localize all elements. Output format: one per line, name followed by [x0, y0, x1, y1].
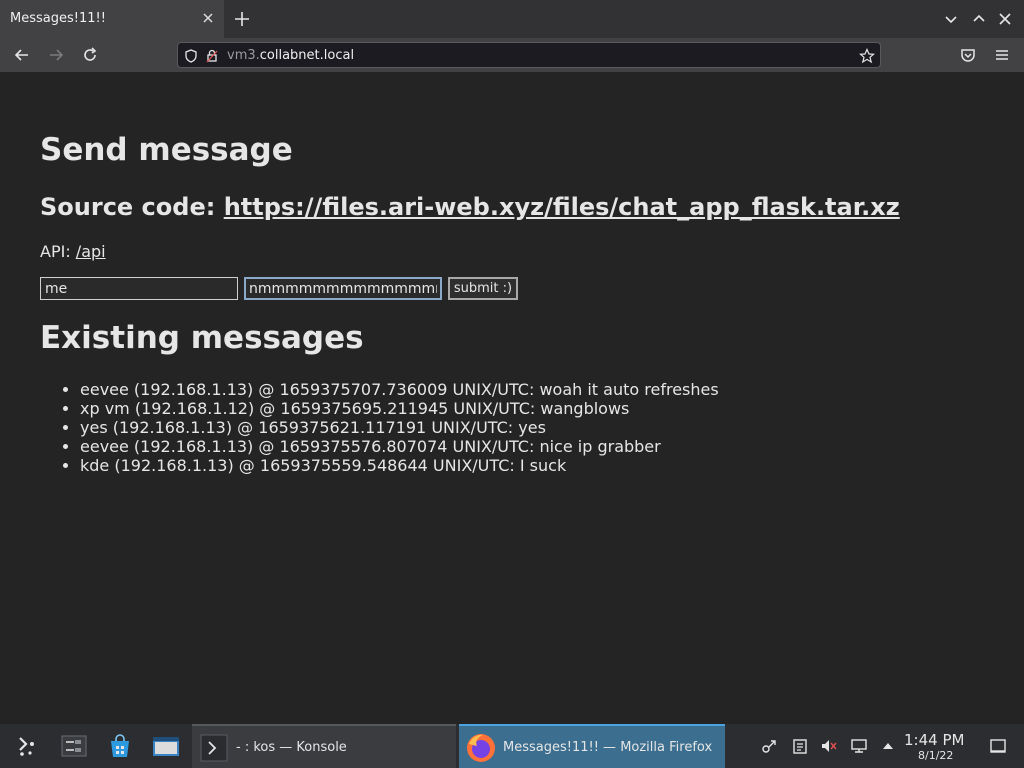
task-firefox-label: Messages!11!! — Mozilla Firefox — [503, 740, 713, 755]
source-label: Source code: — [40, 193, 224, 221]
chevron-down-icon[interactable] — [942, 10, 960, 28]
name-input[interactable] — [40, 277, 238, 300]
store-bag-icon[interactable] — [106, 732, 134, 760]
pocket-icon[interactable] — [958, 45, 978, 65]
forward-icon[interactable] — [46, 45, 66, 65]
source-code-link[interactable]: https://files.ari-web.xyz/files/chat_app… — [224, 193, 900, 221]
api-link[interactable]: /api — [76, 242, 106, 261]
folder-icon[interactable] — [152, 732, 180, 760]
volume-muted-icon[interactable] — [820, 737, 838, 755]
tab-strip: Messages!11!! — [0, 0, 1024, 38]
clock-date[interactable]: 8/1/22 — [918, 749, 953, 762]
list-item: xp vm (192.168.1.12) @ 1659375695.211945… — [80, 399, 719, 418]
kde-connect-icon[interactable] — [760, 737, 778, 755]
api-label: API: — [40, 242, 76, 261]
message-list: eevee (192.168.1.13) @ 1659375707.736009… — [40, 380, 719, 475]
url-text[interactable]: vm3.collabnet.local — [227, 48, 354, 63]
clock-time[interactable]: 1:44 PM — [904, 731, 964, 749]
network-icon[interactable] — [850, 737, 868, 755]
new-tab-icon[interactable] — [232, 9, 252, 29]
show-desktop-icon[interactable] — [989, 737, 1007, 755]
back-icon[interactable] — [12, 45, 32, 65]
firefox-icon — [467, 734, 495, 762]
tab-title: Messages!11!! — [10, 11, 106, 26]
existing-messages-heading: Existing messages — [40, 320, 364, 356]
lock-insecure-icon[interactable] — [204, 48, 220, 64]
submit-button[interactable]: submit :) — [448, 277, 518, 300]
list-item: yes (192.168.1.13) @ 1659375621.117191 U… — [80, 418, 719, 437]
bookmark-star-icon[interactable] — [859, 48, 875, 64]
taskbar: - : kos — Konsole Messages!11!! — Mozill… — [0, 724, 1024, 768]
task-firefox[interactable]: Messages!11!! — Mozilla Firefox — [459, 724, 725, 768]
kde-launcher-icon[interactable] — [12, 732, 40, 760]
task-konsole-label: - : kos — Konsole — [236, 740, 347, 755]
task-konsole[interactable]: - : kos — Konsole — [192, 724, 456, 768]
tab-messages[interactable]: Messages!11!! — [0, 0, 224, 38]
tray-expand-icon[interactable] — [879, 737, 897, 755]
url-host: collabnet.local — [259, 48, 355, 63]
shield-icon[interactable] — [183, 48, 199, 64]
close-icon[interactable] — [200, 10, 216, 26]
list-item: eevee (192.168.1.13) @ 1659375707.736009… — [80, 380, 719, 399]
url-prefix: vm3. — [227, 48, 260, 63]
url-bar[interactable]: vm3.collabnet.local — [177, 42, 881, 68]
terminal-icon — [200, 734, 228, 762]
message-input[interactable] — [244, 277, 442, 300]
list-item: eevee (192.168.1.13) @ 1659375576.807074… — [80, 437, 719, 456]
reload-icon[interactable] — [80, 45, 100, 65]
clipboard-icon[interactable] — [791, 737, 809, 755]
menu-icon[interactable] — [992, 45, 1012, 65]
api-line: API: /api — [40, 242, 106, 261]
list-item: kde (192.168.1.13) @ 1659375559.548644 U… — [80, 456, 719, 475]
window-close-icon[interactable] — [996, 10, 1014, 28]
pager-icon[interactable] — [60, 732, 88, 760]
page-content: Send message Source code: https://files.… — [0, 72, 1024, 724]
page-title: Send message — [40, 132, 293, 168]
source-code-heading: Source code: https://files.ari-web.xyz/f… — [40, 193, 900, 221]
minimize-icon[interactable] — [970, 10, 988, 28]
